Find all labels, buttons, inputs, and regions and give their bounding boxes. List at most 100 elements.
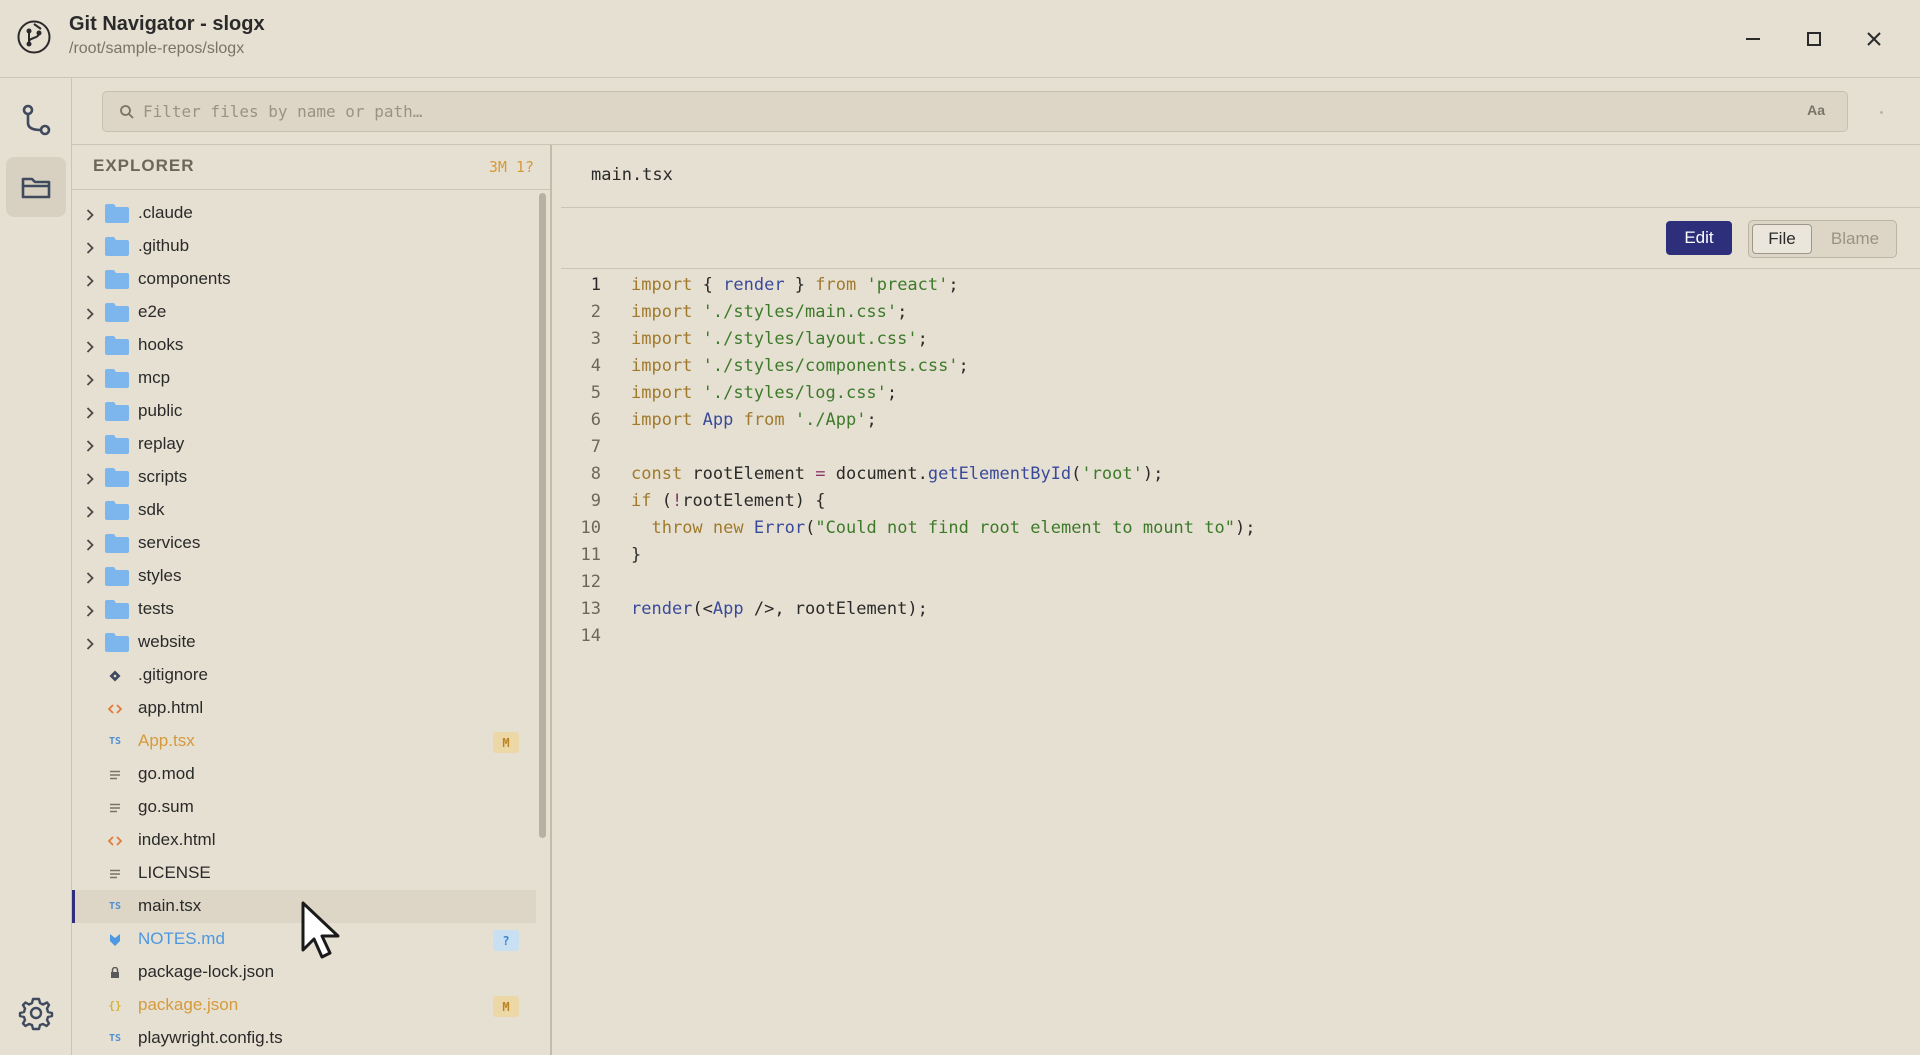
code-view[interactable]: 1 import { render } from 'preact'; 2 import… — [561, 269, 1920, 1055]
folder-icon — [105, 303, 129, 322]
file-row[interactable]: app.html — [72, 692, 536, 725]
folder-row[interactable]: scripts — [72, 461, 536, 494]
explorer-scrollbar[interactable] — [539, 193, 546, 838]
file-row[interactable]: {} package.json M — [72, 989, 536, 1022]
chevron-right-icon[interactable] — [86, 406, 94, 424]
folder-row[interactable]: styles — [72, 560, 536, 593]
chevron-right-icon[interactable] — [86, 571, 94, 589]
line-number: 5 — [590, 383, 601, 403]
folder-icon — [105, 237, 129, 256]
line-number: 10 — [580, 518, 601, 538]
file-name: package-lock.json — [138, 962, 275, 981]
folder-row[interactable]: .github — [72, 230, 536, 263]
chevron-right-icon[interactable] — [86, 208, 94, 226]
file-name: .gitignore — [138, 665, 208, 684]
chevron-right-icon[interactable] — [86, 604, 94, 622]
line-number: 11 — [580, 545, 601, 565]
folder-name: services — [138, 533, 201, 552]
chevron-right-icon[interactable] — [86, 340, 94, 358]
code-line[interactable]: 1 import { render } from 'preact'; — [561, 269, 1920, 296]
close-icon — [1867, 32, 1881, 46]
code-line[interactable]: 12 — [561, 566, 1920, 593]
folder-icon — [105, 468, 129, 487]
lock-icon — [105, 963, 125, 982]
code-line[interactable]: 5 import './styles/log.css'; — [561, 377, 1920, 404]
chevron-right-icon[interactable] — [86, 439, 94, 457]
editor-pane: main.tsx Edit File Blame 1 import { rende… — [552, 145, 1920, 1055]
filter-bar: Aa — [72, 78, 1920, 145]
line-text: import { render } from 'preact'; — [631, 275, 959, 295]
folder-row[interactable]: mcp — [72, 362, 536, 395]
folder-icon — [105, 501, 129, 520]
code-line[interactable]: 3 import './styles/layout.css'; — [561, 323, 1920, 350]
folder-row[interactable]: components — [72, 263, 536, 296]
chevron-right-icon[interactable] — [86, 505, 94, 523]
line-text: throw new Error("Could not find root ele… — [651, 518, 1256, 538]
folder-row[interactable]: services — [72, 527, 536, 560]
blame-view-tab[interactable]: Blame — [1817, 224, 1893, 254]
chevron-right-icon[interactable] — [86, 637, 94, 655]
code-line[interactable]: 10 throw new Error("Could not find root … — [561, 512, 1920, 539]
filter-indicator-dot — [1880, 111, 1883, 114]
file-row[interactable]: TS playwright.config.ts — [72, 1022, 536, 1055]
file-row[interactable]: .gitignore — [72, 659, 536, 692]
folder-row[interactable]: replay — [72, 428, 536, 461]
minimize-button[interactable] — [1738, 24, 1768, 54]
typescript-icon: TS — [108, 901, 122, 912]
code-line[interactable]: 6 import App from './App'; — [561, 404, 1920, 431]
folder-icon — [105, 369, 129, 388]
code-line[interactable]: 14 — [561, 620, 1920, 647]
filter-input[interactable] — [143, 92, 1783, 131]
file-row[interactable]: TS App.tsx M — [72, 725, 536, 758]
code-line[interactable]: 8 const rootElement = document.getElement… — [561, 458, 1920, 485]
line-text: import './styles/log.css'; — [631, 383, 898, 403]
chevron-right-icon[interactable] — [86, 241, 94, 259]
line-text: import App from './App'; — [631, 410, 877, 430]
branch-icon — [22, 104, 51, 136]
folder-icon — [105, 270, 129, 289]
line-number: 13 — [580, 599, 601, 619]
filter-box: Aa — [102, 91, 1848, 132]
folder-row[interactable]: e2e — [72, 296, 536, 329]
git-graph-button[interactable] — [6, 90, 66, 150]
code-line[interactable]: 2 import './styles/main.css'; — [561, 296, 1920, 323]
code-line[interactable]: 11} — [561, 539, 1920, 566]
file-row[interactable]: go.mod — [72, 758, 536, 791]
folder-row[interactable]: .claude — [72, 197, 536, 230]
folder-row[interactable]: tests — [72, 593, 536, 626]
explorer-button[interactable] — [6, 157, 66, 217]
maximize-button[interactable] — [1799, 24, 1829, 54]
code-line[interactable]: 13 render(<App />, rootElement); — [561, 593, 1920, 620]
settings-button[interactable] — [6, 983, 66, 1043]
file-row[interactable]: LICENSE — [72, 857, 536, 890]
folder-row[interactable]: hooks — [72, 329, 536, 362]
line-number: 8 — [590, 464, 601, 484]
line-text: } — [631, 545, 642, 565]
folder-icon — [105, 336, 129, 355]
code-line[interactable]: 7 — [561, 431, 1920, 458]
line-number: 12 — [580, 572, 601, 592]
line-text: const rootElement = document.getElementB… — [631, 464, 1164, 484]
folder-row[interactable]: public — [72, 395, 536, 428]
code-line[interactable]: 4 import './styles/components.css'; — [561, 350, 1920, 377]
edit-button[interactable]: Edit — [1666, 221, 1732, 255]
editor-toolbar: Edit File Blame — [561, 208, 1920, 269]
line-text: import './styles/components.css'; — [631, 356, 969, 376]
window-title: Git Navigator - slogx — [69, 13, 265, 35]
code-line[interactable]: 9 if (!rootElement) { — [561, 485, 1920, 512]
file-view-tab[interactable]: File — [1752, 224, 1812, 254]
match-case-toggle[interactable]: Aa — [1807, 102, 1825, 118]
file-row[interactable]: index.html — [72, 824, 536, 857]
file-row[interactable]: go.sum — [72, 791, 536, 824]
folder-row[interactable]: sdk — [72, 494, 536, 527]
chevron-right-icon[interactable] — [86, 472, 94, 490]
line-number: 9 — [590, 491, 601, 511]
close-button[interactable] — [1859, 24, 1889, 54]
folder-name: website — [138, 632, 196, 651]
chevron-right-icon[interactable] — [86, 538, 94, 556]
chevron-right-icon[interactable] — [86, 307, 94, 325]
explorer-title: EXPLORER — [93, 156, 195, 175]
chevron-right-icon[interactable] — [86, 274, 94, 292]
folder-row[interactable]: website — [72, 626, 536, 659]
chevron-right-icon[interactable] — [86, 373, 94, 391]
